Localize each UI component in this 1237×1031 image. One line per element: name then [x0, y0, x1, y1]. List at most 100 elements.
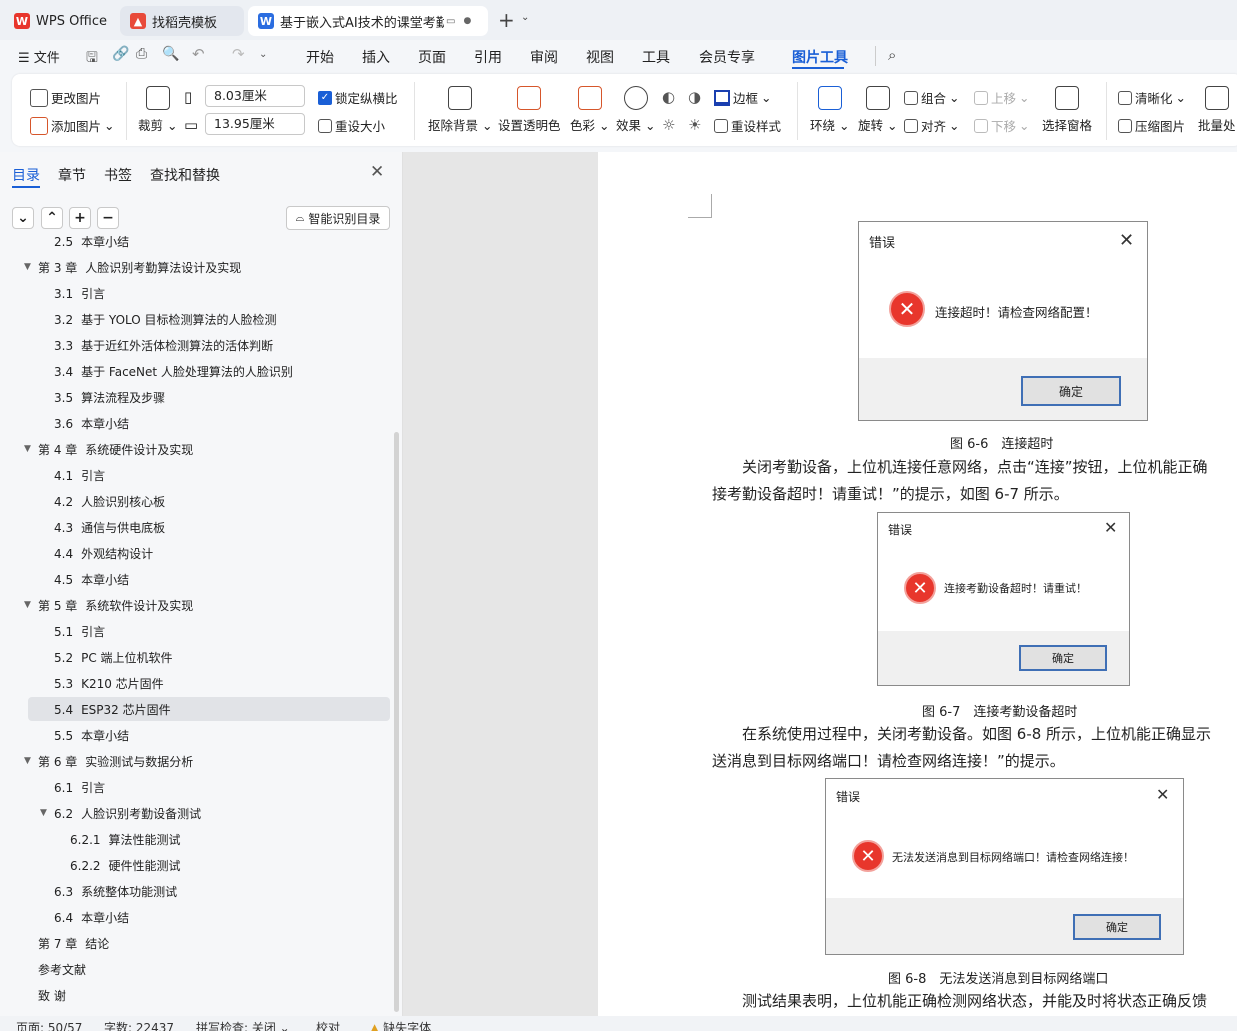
- sidebar-tab-sections[interactable]: 章节: [58, 165, 86, 185]
- toc-item[interactable]: 6.3 系统整体功能测试: [28, 879, 390, 903]
- expand-arrow-icon[interactable]: ▼: [24, 600, 31, 610]
- toc-item[interactable]: 3.1 引言: [28, 281, 390, 305]
- remove-background-button[interactable]: 抠除背景 ⌄: [428, 86, 492, 134]
- compress-button[interactable]: 压缩图片: [1118, 116, 1185, 135]
- redo-icon[interactable]: ↷: [232, 45, 245, 63]
- reset-size-button[interactable]: 重设大小: [318, 116, 385, 135]
- toc-item[interactable]: ▼ 6.2 人脸识别考勤设备测试: [28, 801, 390, 825]
- reset-style-button[interactable]: 重设样式: [714, 116, 781, 135]
- align-button[interactable]: 对齐 ⌄: [904, 116, 960, 135]
- menu-file[interactable]: ☰ 文件: [18, 47, 60, 66]
- toc-item[interactable]: 4.5 本章小结: [28, 567, 390, 591]
- toc-item[interactable]: 6.2.2 硬件性能测试: [28, 853, 390, 877]
- menu-tools[interactable]: 工具: [642, 47, 670, 67]
- save-icon[interactable]: 🖫: [86, 47, 98, 71]
- brightness-up-icon[interactable]: ◐: [662, 88, 675, 106]
- effect-button[interactable]: 效果 ⌄: [616, 86, 655, 134]
- search-icon[interactable]: ⌕: [888, 46, 896, 64]
- quick-access-chevron-icon[interactable]: ⌄: [259, 49, 267, 60]
- new-tab-plus-icon[interactable]: +: [498, 8, 515, 32]
- expand-arrow-icon[interactable]: ▼: [40, 808, 47, 818]
- sidebar-tab-find-replace[interactable]: 查找和替换: [150, 165, 220, 185]
- toc-item[interactable]: 3.6 本章小结: [28, 411, 390, 435]
- toc-item[interactable]: ▼ 第 4 章系统硬件设计及实现: [24, 437, 390, 461]
- add-image-button[interactable]: 添加图片 ⌄: [30, 116, 115, 135]
- color-button[interactable]: 色彩 ⌄: [570, 86, 609, 134]
- link-icon[interactable]: 🔗: [112, 46, 129, 62]
- expand-arrow-icon[interactable]: ▼: [24, 756, 31, 766]
- bring-forward-button[interactable]: 上移 ⌄: [974, 88, 1030, 107]
- expand-up-button[interactable]: ⌃: [41, 207, 63, 229]
- sidebar-tab-bookmarks[interactable]: 书签: [104, 165, 132, 185]
- sidebar-tab-toc[interactable]: 目录: [12, 165, 40, 185]
- missing-font-button[interactable]: ▲ 缺失字体: [370, 1019, 431, 1031]
- toc-item[interactable]: 5.5 本章小结: [28, 723, 390, 747]
- smart-toc-button[interactable]: ⌓ 智能识别目录: [286, 206, 390, 230]
- toc-item[interactable]: 3.4 基于 FaceNet 人脸处理算法的人脸识别: [28, 359, 390, 383]
- unsaved-dot-icon[interactable]: ●: [463, 16, 471, 26]
- expand-arrow-icon[interactable]: ▼: [24, 444, 31, 454]
- height-input[interactable]: 13.95厘米: [205, 113, 305, 135]
- send-backward-button[interactable]: 下移 ⌄: [974, 116, 1030, 135]
- toc-item[interactable]: 4.2 人脸识别核心板: [28, 489, 390, 513]
- tab-wps-office[interactable]: W WPS Office: [4, 6, 116, 36]
- sidebar-scrollbar[interactable]: [394, 432, 399, 1012]
- menu-view[interactable]: 视图: [586, 47, 614, 67]
- print-icon[interactable]: ⎙: [136, 46, 147, 62]
- wrap-button[interactable]: 环绕 ⌄: [810, 86, 849, 134]
- toc-item[interactable]: 4.1 引言: [28, 463, 390, 487]
- error-dialog-image-6-7[interactable]: 错误 ✕ ✕ 连接考勤设备超时！请重试！ 确定: [877, 512, 1130, 686]
- selection-pane-button[interactable]: 选择窗格: [1042, 86, 1092, 134]
- page-indicator[interactable]: 页面: 50/57: [16, 1019, 82, 1031]
- menu-page[interactable]: 页面: [418, 47, 446, 67]
- menu-reference[interactable]: 引用: [474, 47, 502, 67]
- menu-picture-tools[interactable]: 图片工具: [792, 47, 848, 67]
- menu-review[interactable]: 审阅: [530, 47, 558, 67]
- toc-item[interactable]: 3.5 算法流程及步骤: [28, 385, 390, 409]
- close-sidebar-icon[interactable]: ✕: [370, 162, 384, 182]
- toc-item[interactable]: 3.2 基于 YOLO 目标检测算法的人脸检测: [28, 307, 390, 331]
- print-preview-icon[interactable]: 🔍: [162, 46, 179, 62]
- error-dialog-image-6-6[interactable]: 错误 ✕ ✕ 连接超时！请检查网络配置！ 确定: [858, 221, 1148, 421]
- tab-list-chevron-icon[interactable]: ⌄: [521, 12, 529, 23]
- sharpen-button[interactable]: 清晰化 ⌄: [1118, 88, 1186, 107]
- menu-insert[interactable]: 插入: [362, 47, 390, 67]
- toc-item[interactable]: ▼ 第 5 章系统软件设计及实现: [24, 593, 390, 617]
- contrast-up-icon[interactable]: ☼: [662, 116, 675, 134]
- menu-start[interactable]: 开始: [306, 47, 334, 67]
- toc-item[interactable]: 致 谢: [28, 983, 390, 1007]
- expand-arrow-icon[interactable]: ▼: [24, 262, 31, 272]
- toc-item[interactable]: 第 7 章结论: [28, 931, 390, 955]
- toc-item[interactable]: 4.4 外观结构设计: [28, 541, 390, 565]
- toc-item[interactable]: 5.2 PC 端上位机软件: [28, 645, 390, 669]
- rotate-button[interactable]: 旋转 ⌄: [858, 86, 897, 134]
- word-count[interactable]: 字数: 22437: [104, 1019, 174, 1031]
- add-heading-button[interactable]: +: [69, 207, 91, 229]
- contrast-down-icon[interactable]: ☀: [688, 116, 701, 134]
- change-image-button[interactable]: 更改图片: [30, 88, 101, 107]
- collapse-all-button[interactable]: ⌄: [12, 207, 34, 229]
- toc-item[interactable]: ▼ 第 6 章实验测试与数据分析: [24, 749, 390, 773]
- group-button[interactable]: 组合 ⌄: [904, 88, 960, 107]
- proofread-button[interactable]: 校对: [316, 1019, 340, 1031]
- remove-heading-button[interactable]: −: [97, 207, 119, 229]
- toc-item[interactable]: 4.3 通信与供电底板: [28, 515, 390, 539]
- toc-item[interactable]: 参考文献: [28, 957, 390, 981]
- toc-item[interactable]: 6.2.1 算法性能测试: [28, 827, 390, 851]
- tab-docer-template[interactable]: ▲ 找稻壳模板: [120, 6, 244, 36]
- toc-item[interactable]: ▼ 第 3 章人脸识别考勤算法设计及实现: [24, 255, 390, 279]
- toc-item[interactable]: 5.3 K210 芯片固件: [28, 671, 390, 695]
- tab-current-document[interactable]: W 基于嵌入式AI技术的课堂考勤 ▭ ●: [248, 6, 488, 36]
- toc-item[interactable]: 3.3 基于近红外活体检测算法的活体判断: [28, 333, 390, 357]
- border-button[interactable]: 边框 ⌄: [714, 88, 772, 107]
- width-input[interactable]: 8.03厘米: [205, 85, 305, 107]
- brightness-down-icon[interactable]: ◑: [688, 88, 701, 106]
- toc-item[interactable]: 6.4 本章小结: [28, 905, 390, 929]
- spell-check-status[interactable]: 拼写检查: 关闭 ⌄: [196, 1019, 290, 1031]
- lock-ratio-checkbox[interactable]: ✓ 锁定纵横比: [318, 88, 398, 107]
- batch-process-button[interactable]: 批量处: [1198, 86, 1236, 134]
- menu-member[interactable]: 会员专享: [699, 47, 755, 67]
- toc-item[interactable]: 5.4 ESP32 芯片固件: [28, 697, 390, 721]
- toc-item[interactable]: 6.1 引言: [28, 775, 390, 799]
- crop-button[interactable]: 裁剪 ⌄: [138, 86, 177, 134]
